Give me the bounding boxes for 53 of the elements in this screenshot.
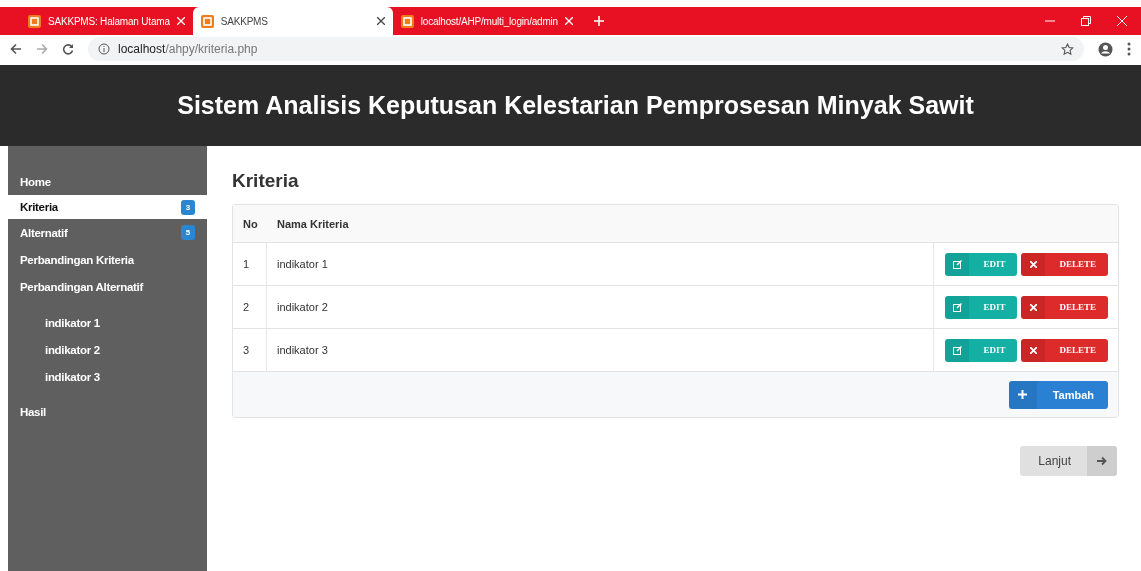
column-header: Nama Kriteria [276, 216, 350, 232]
menu-icon[interactable] [1127, 42, 1131, 56]
site-logo-icon [28, 14, 41, 28]
close-icon [1030, 303, 1037, 311]
sidebar-item[interactable]: Home [8, 168, 207, 195]
url-text: localhost/ahpy/kriteria.php [118, 42, 258, 56]
reload-icon[interactable] [62, 43, 74, 55]
sidebar-item[interactable]: Hasil [8, 398, 207, 425]
delete-button[interactable]: DELETE [1021, 295, 1108, 319]
table-cell: indikator 2 [267, 286, 934, 328]
sidebar-item[interactable]: Alternatif 5 [8, 219, 207, 246]
add-button[interactable]: Tambah [1008, 380, 1108, 409]
count-badge: 3 [180, 199, 195, 215]
table-cell: 3 [233, 329, 267, 371]
sidebar-item[interactable]: indikator 1 [8, 309, 207, 336]
sidebar-item[interactable]: Perbandingan Kriteria [8, 246, 207, 273]
browser-tab[interactable]: localhost/AHP/multi_login/admin [392, 7, 581, 35]
restore-icon[interactable] [1081, 16, 1091, 26]
new-tab-icon[interactable] [593, 15, 605, 27]
table-cell: indikator 3 [267, 329, 934, 371]
sidebar-item-label: Alternatif [20, 226, 68, 239]
star-icon[interactable] [1061, 42, 1074, 56]
site-logo-icon [200, 14, 214, 28]
page-title: Kriteria [232, 170, 300, 192]
sidebar-item[interactable]: indikator 3 [8, 363, 207, 390]
close-icon [1030, 260, 1037, 268]
edit-icon [952, 345, 962, 355]
edit-icon [952, 259, 962, 269]
sidebar-item[interactable]: indikator 2 [8, 336, 207, 363]
table-cell: 2 [233, 286, 267, 328]
table-cell: indikator 1 [267, 243, 934, 285]
browser-tab[interactable]: SAKKPMS: Halaman Utama [20, 7, 193, 35]
table-cell: 1 [233, 243, 267, 285]
delete-button[interactable]: DELETE [1021, 338, 1108, 362]
close-icon[interactable] [376, 17, 385, 25]
edit-icon [952, 302, 962, 312]
sidebar-item-label: Kriteria [20, 201, 58, 213]
site-logo-icon [400, 14, 414, 28]
browser-tab[interactable]: SAKKPMS [192, 7, 393, 35]
sidebar-item[interactable]: Kriteria 3 [8, 195, 207, 219]
column-header: No [242, 216, 259, 232]
delete-button[interactable]: DELETE [1021, 252, 1108, 276]
plus-icon [1018, 390, 1028, 399]
close-icon [1030, 346, 1037, 354]
count-badge: 5 [180, 225, 195, 240]
account-icon[interactable] [1098, 41, 1113, 57]
app-title: Sistem Analisis Keputusan Kelestarian Pemprosesan Minyak Sawit [177, 91, 974, 120]
back-icon[interactable] [10, 43, 22, 55]
address-bar[interactable]: localhost/ahpy/kriteria.php [88, 37, 1084, 61]
next-button[interactable]: Lanjut [1020, 446, 1117, 476]
sidebar-item[interactable]: Perbandingan Alternatif [8, 273, 207, 300]
arrow-right-icon [1097, 456, 1107, 466]
info-icon [98, 43, 110, 55]
